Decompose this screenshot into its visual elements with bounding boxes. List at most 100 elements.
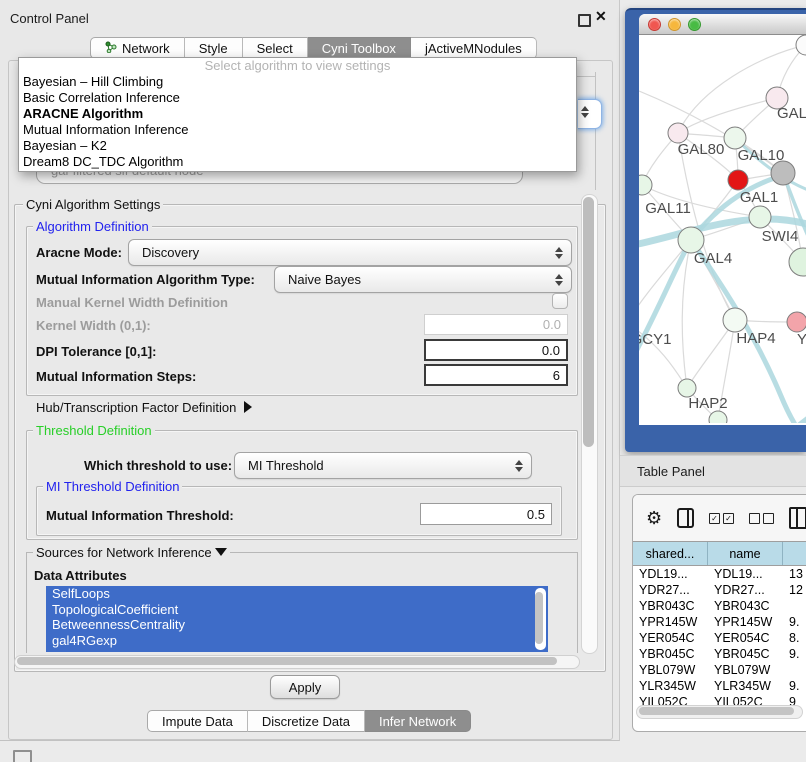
node-label: SWI4	[762, 228, 799, 245]
combo-arrows-icon	[555, 247, 571, 259]
network-node-gal10[interactable]	[724, 127, 746, 149]
mi-threshold-field[interactable]: 0.5	[420, 503, 552, 525]
dock-panel-icon[interactable]	[13, 750, 32, 762]
table-row[interactable]: YDR27...YDR27...12	[633, 582, 806, 598]
table-row[interactable]: YBL079WYBL079W	[633, 662, 806, 678]
network-node[interactable]	[789, 248, 806, 276]
table-cell: YBL079W	[633, 663, 708, 677]
mi-algorithm-type-select[interactable]: Naive Bayes	[274, 266, 572, 293]
table-row[interactable]: YLR345WYLR345W9.	[633, 678, 806, 694]
table-row[interactable]: YDL19...YDL19...13	[633, 566, 806, 582]
apply-button[interactable]: Apply	[270, 675, 340, 699]
table-cell: 9.	[783, 679, 806, 693]
control-panel-title: Control Panel	[10, 11, 89, 26]
tab-discretize-data[interactable]: Discretize Data	[248, 710, 365, 732]
close-traffic-light-icon[interactable]	[648, 18, 661, 31]
node-label: GAL10	[738, 147, 785, 164]
column-header[interactable]: name	[708, 542, 783, 565]
network-icon	[105, 41, 117, 56]
tab-cyni-toolbox[interactable]: Cyni Toolbox	[308, 37, 411, 59]
network-node-gal11[interactable]	[639, 175, 652, 195]
table-cell: YPR145W	[633, 615, 708, 629]
network-node[interactable]	[796, 35, 806, 55]
table-cell: 13	[783, 567, 806, 581]
screen: Control Panel ✕ NetworkStyleSelectCyni T…	[0, 0, 806, 762]
close-icon[interactable]: ✕	[595, 8, 607, 25]
algorithm-option[interactable]: Basic Correlation Inference	[19, 90, 576, 106]
tab-impute-data[interactable]: Impute Data	[147, 710, 248, 732]
network-node[interactable]	[771, 161, 795, 185]
kernel-width-field[interactable]: 0.0	[424, 314, 568, 335]
deselect-all-checkboxes-icon[interactable]	[749, 513, 774, 524]
network-node-gal80[interactable]	[668, 123, 688, 143]
table-horizontal-scrollbar-thumb[interactable]	[639, 707, 794, 715]
algorithm-option[interactable]: Bayesian – K2	[19, 138, 576, 154]
tab-select[interactable]: Select	[243, 37, 308, 59]
mi-type-value: Naive Bayes	[275, 272, 555, 287]
threshold-definition-title: Threshold Definition	[33, 423, 155, 438]
node-label: HAP2	[688, 395, 727, 412]
settings-horizontal-scrollbar-thumb[interactable]	[17, 657, 557, 665]
attribute-item[interactable]: BetweennessCentrality	[46, 617, 548, 633]
tab-jactivemnodules[interactable]: jActiveMNodules	[411, 37, 537, 59]
network-node[interactable]	[709, 411, 727, 423]
table-cell: 12	[783, 583, 806, 597]
tab-style[interactable]: Style	[185, 37, 243, 59]
settings-vertical-scrollbar-thumb[interactable]	[583, 197, 594, 447]
table-horizontal-scrollbar[interactable]	[636, 705, 803, 719]
network-edge[interactable]	[764, 414, 806, 423]
algorithm-option[interactable]: Dream8 DC_TDC Algorithm	[19, 154, 576, 170]
aracne-mode-label: Aracne Mode:	[36, 245, 122, 260]
table-row[interactable]: YPR145WYPR145W9.	[633, 614, 806, 630]
attribute-item[interactable]: TopologicalCoefficient	[46, 602, 548, 618]
tab-network[interactable]: Network	[90, 37, 185, 59]
new-table-icon[interactable]	[789, 507, 806, 529]
list-scrollbar[interactable]	[535, 588, 546, 650]
table-row[interactable]: YBR045CYBR045C9.	[633, 646, 806, 662]
gear-icon[interactable]: ⚙	[646, 509, 662, 527]
minimize-traffic-light-icon[interactable]	[668, 18, 681, 31]
table-row[interactable]: YER054CYER054C8.	[633, 630, 806, 646]
algorithm-option[interactable]: Mutual Information Inference	[19, 122, 576, 138]
network-node-swi4[interactable]	[749, 206, 771, 228]
inference-algorithm-combo-end[interactable]	[578, 99, 602, 129]
hub-definition-expander[interactable]: Hub/Transcription Factor Definition	[36, 400, 252, 415]
dpi-tolerance-field[interactable]: 0.0	[424, 339, 568, 361]
network-edge[interactable]	[682, 240, 691, 388]
sources-group-title[interactable]: Sources for Network Inference	[33, 545, 230, 560]
network-node-y[interactable]	[787, 312, 806, 332]
table-cell: YDR27...	[708, 583, 783, 597]
algorithm-option[interactable]: Bayesian – Hill Climbing	[19, 74, 576, 90]
node-label: GAL1	[740, 189, 778, 206]
table-cell: YDR27...	[633, 583, 708, 597]
combo-arrows-icon	[581, 106, 597, 118]
manual-kernel-checkbox[interactable]	[552, 293, 568, 309]
list-scrollbar-thumb[interactable]	[535, 592, 543, 644]
attribute-item[interactable]: gal4RGexp	[46, 633, 548, 649]
table-row[interactable]: YBR043CYBR043C	[633, 598, 806, 614]
float-window-icon[interactable]	[578, 14, 591, 27]
table-cell: YBR045C	[708, 647, 783, 661]
select-all-checkboxes-icon[interactable]: ✓✓	[709, 513, 734, 524]
network-node-gal1[interactable]	[728, 170, 748, 190]
algorithm-option[interactable]: ARACNE Algorithm	[19, 106, 576, 122]
network-window-titlebar[interactable]	[639, 14, 806, 35]
bottom-tabs: Impute DataDiscretize DataInfer Network	[147, 710, 471, 732]
network-node-hap4[interactable]	[723, 308, 747, 332]
node-label: GAL80	[678, 141, 725, 158]
mi-threshold-group-title: MI Threshold Definition	[43, 479, 182, 494]
mi-steps-field[interactable]: 6	[424, 364, 568, 386]
column-header[interactable]	[783, 542, 806, 565]
split-columns-icon[interactable]	[677, 508, 694, 528]
tab-infer-network[interactable]: Infer Network	[365, 710, 471, 732]
data-attributes-list[interactable]: SelfLoopsTopologicalCoefficientBetweenne…	[46, 586, 548, 652]
which-threshold-select[interactable]: MI Threshold	[234, 452, 532, 479]
node-label: HAP4	[736, 330, 775, 347]
column-header[interactable]: shared...	[633, 542, 708, 565]
network-canvas[interactable]: GALGAL80GAL10GAL1GAL11SWI4GAL4GCY1HAP4YH…	[639, 34, 806, 423]
table-header-row: shared...name	[633, 541, 806, 566]
aracne-mode-select[interactable]: Discovery	[128, 239, 572, 266]
mi-steps-label: Mutual Information Steps:	[36, 369, 196, 384]
attribute-item[interactable]: SelfLoops	[46, 586, 548, 602]
zoom-traffic-light-icon[interactable]	[688, 18, 701, 31]
